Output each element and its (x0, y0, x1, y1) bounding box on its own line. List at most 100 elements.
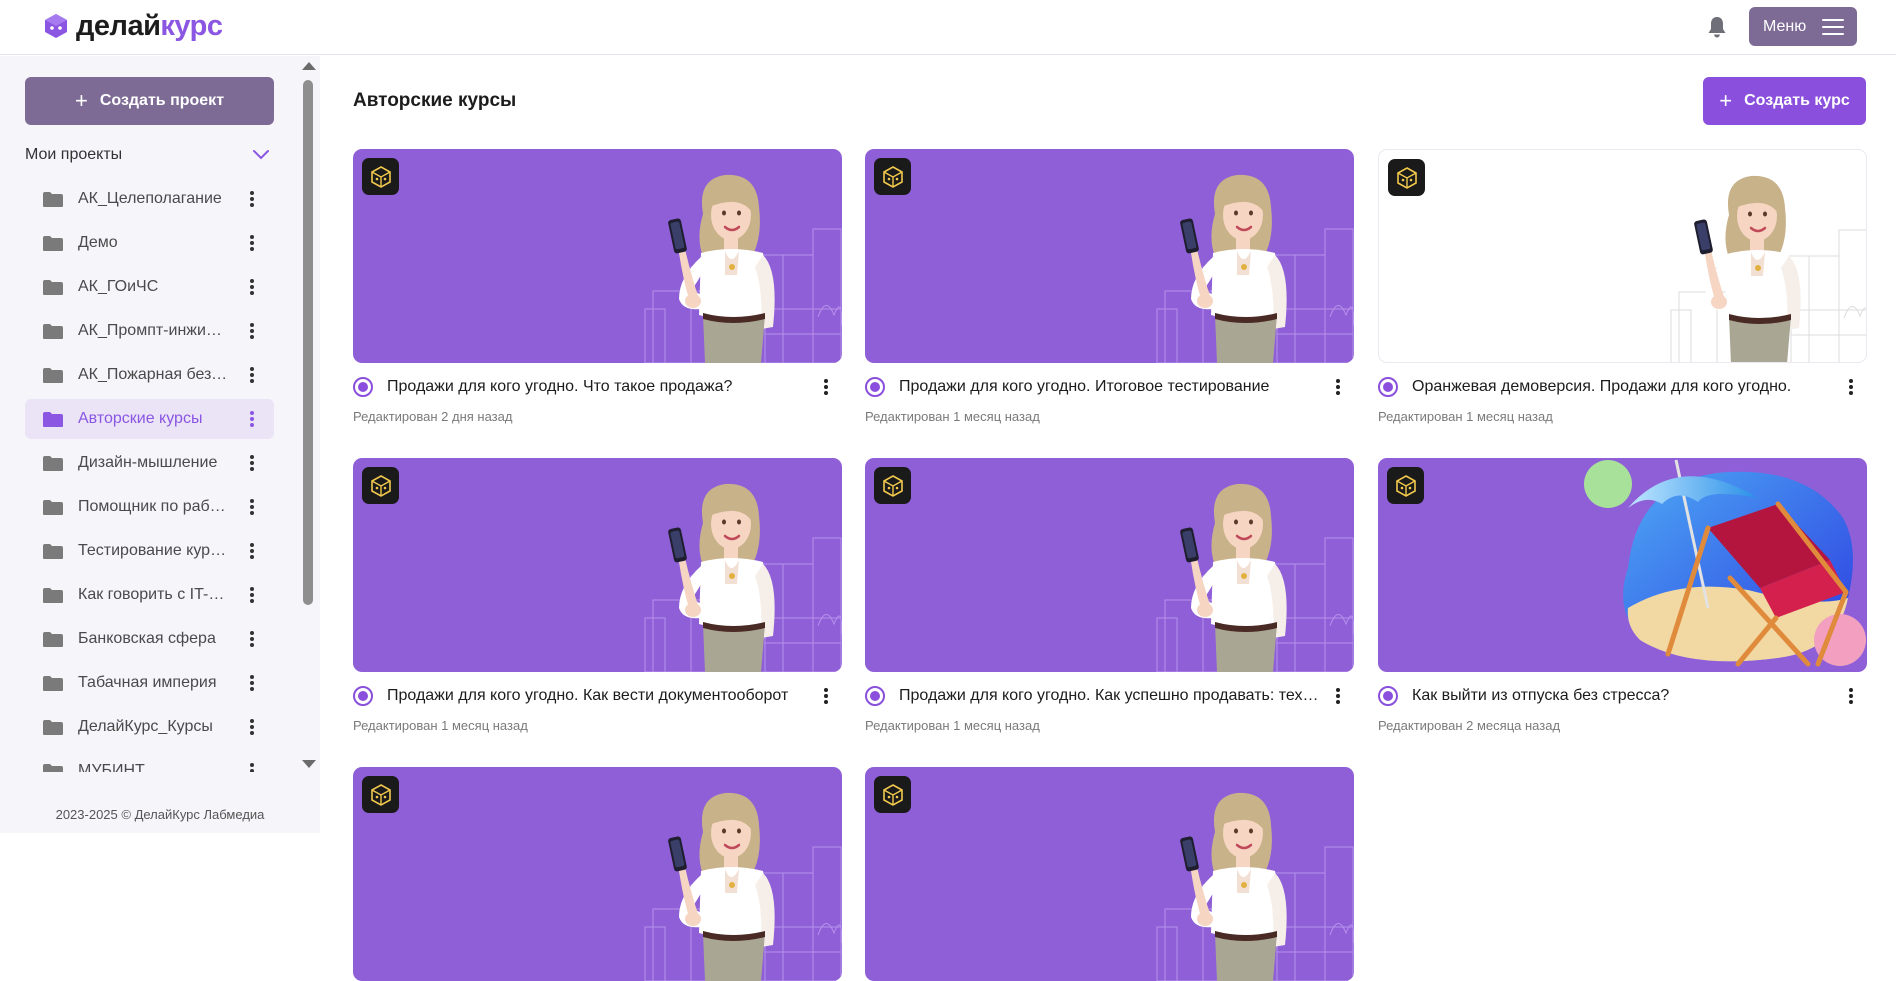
course-illustration (1156, 483, 1354, 672)
course-status-icon (353, 377, 373, 397)
course-illustration (1670, 175, 1866, 362)
logo-text: делайкурс (76, 10, 223, 42)
more-options-icon[interactable] (250, 455, 254, 471)
sidebar-project-item[interactable]: ДелайКурс_Курсы (25, 707, 274, 747)
more-options-icon[interactable] (250, 675, 254, 691)
course-type-cube-icon (882, 474, 903, 497)
project-list: АК_Целеполагание Демо АК_ГОиЧС АК_Промпт-ин… (25, 179, 274, 772)
course-type-badge (874, 158, 911, 195)
sidebar-project-item[interactable]: Как говорить с IT-специалистами (25, 575, 274, 615)
course-title[interactable]: Как выйти из отпуска без стресса? (1412, 687, 1832, 705)
more-options-icon[interactable] (250, 191, 254, 207)
logo[interactable]: делайкурс (42, 11, 223, 41)
sidebar-project-item[interactable]: Дизайн-мышление (25, 443, 274, 483)
folder-icon (43, 411, 63, 427)
course-title[interactable]: Продажи для кого угодно. Что такое прода… (387, 378, 807, 396)
sidebar-project-item[interactable]: АК_Пожарная безопасность (25, 355, 274, 395)
course-card[interactable]: Оранжевая демоверсия. Продажи для кого у… (1378, 149, 1867, 424)
sidebar-project-label: Демо (78, 234, 118, 251)
course-type-cube-icon (882, 783, 903, 806)
more-options-icon[interactable] (250, 411, 254, 427)
course-card[interactable]: Продажи для кого угодно. Как успешно про… (865, 458, 1354, 733)
course-title[interactable]: Продажи для кого угодно. Как вести докум… (387, 687, 807, 705)
course-more-options-icon[interactable] (1336, 379, 1340, 395)
folder-icon (43, 675, 63, 691)
more-options-icon[interactable] (250, 367, 254, 383)
course-type-badge (874, 776, 911, 813)
create-project-label: Создать проект (99, 92, 225, 109)
course-edited-time: Редактирован 1 месяц назад (865, 718, 1040, 733)
sidebar-project-item[interactable]: Табачная империя (25, 663, 274, 703)
course-title[interactable]: Оранжевая демоверсия. Продажи для кого у… (1412, 378, 1832, 396)
sidebar-project-item[interactable]: Банковская сфера (25, 619, 274, 659)
more-options-icon[interactable] (250, 499, 254, 515)
course-more-options-icon[interactable] (824, 688, 828, 704)
course-thumbnail[interactable] (1378, 458, 1867, 672)
course-thumbnail[interactable] (353, 149, 842, 363)
more-options-icon[interactable] (250, 631, 254, 647)
course-more-options-icon[interactable] (1336, 688, 1340, 704)
sidebar-project-item[interactable]: Тестирование курсов (25, 531, 274, 571)
course-more-options-icon[interactable] (1849, 379, 1853, 395)
course-type-cube-icon (370, 783, 391, 806)
sidebar-project-label: АК_Промпт-инжиниринг (78, 322, 228, 339)
sidebar-project-item[interactable]: МУБИНТ (25, 751, 274, 772)
folder-icon (43, 499, 63, 515)
course-type-cube-icon (882, 165, 903, 188)
course-more-options-icon[interactable] (1849, 688, 1853, 704)
sidebar-project-item[interactable]: АК_ГОиЧС (25, 267, 274, 307)
course-card[interactable] (353, 767, 842, 981)
sidebar-project-label: АК_Пожарная безопасность (78, 366, 228, 383)
course-thumbnail[interactable] (353, 767, 842, 981)
folder-icon (43, 763, 63, 772)
course-illustration (1156, 174, 1354, 363)
sidebar-project-label: Как говорить с IT-специалистами (78, 586, 228, 603)
more-options-icon[interactable] (250, 719, 254, 735)
course-title[interactable]: Продажи для кого угодно. Итоговое тестир… (899, 378, 1319, 396)
menu-button[interactable]: Меню (1749, 7, 1857, 46)
course-thumbnail[interactable] (353, 458, 842, 672)
top-header: делайкурс Меню (0, 0, 1896, 55)
sidebar-project-item[interactable]: Авторские курсы (25, 399, 274, 439)
course-card[interactable]: Продажи для кого угодно. Что такое прода… (353, 149, 842, 424)
more-options-icon[interactable] (250, 587, 254, 603)
more-options-icon[interactable] (250, 279, 254, 295)
course-card[interactable]: Как выйти из отпуска без стресса? Редакт… (1378, 458, 1867, 733)
course-more-options-icon[interactable] (824, 379, 828, 395)
course-card[interactable]: Продажи для кого угодно. Итоговое тестир… (865, 149, 1354, 424)
folder-icon (43, 191, 63, 207)
more-options-icon[interactable] (250, 543, 254, 559)
sidebar-project-label: Банковская сфера (78, 630, 216, 647)
course-card[interactable] (865, 767, 1354, 981)
scroll-up-arrow-icon[interactable] (302, 62, 316, 70)
course-edited-time: Редактирован 2 месяца назад (1378, 718, 1561, 733)
folder-icon (43, 323, 63, 339)
sidebar-project-item[interactable]: АК_Целеполагание (25, 179, 274, 219)
notification-bell-icon[interactable] (1706, 15, 1728, 39)
menu-button-label: Меню (1763, 17, 1807, 35)
course-thumbnail[interactable] (865, 458, 1354, 672)
course-illustration (644, 174, 842, 363)
create-course-button[interactable]: + Создать курс (1703, 77, 1866, 125)
my-projects-toggle[interactable]: Мои проекты (25, 144, 270, 166)
scroll-down-arrow-icon[interactable] (302, 760, 316, 768)
more-options-icon[interactable] (250, 763, 254, 772)
course-thumbnail[interactable] (865, 149, 1354, 363)
folder-icon (43, 235, 63, 251)
sidebar-project-item[interactable]: АК_Промпт-инжиниринг (25, 311, 274, 351)
course-title[interactable]: Продажи для кого угодно. Как успешно про… (899, 687, 1319, 705)
course-thumbnail[interactable] (865, 767, 1354, 981)
course-type-badge (1388, 159, 1425, 196)
scrollbar-thumb[interactable] (303, 80, 313, 605)
course-card[interactable]: Продажи для кого угодно. Как вести докум… (353, 458, 842, 733)
sidebar-scrollbar[interactable] (300, 56, 316, 777)
sidebar-project-item[interactable]: Демо (25, 223, 274, 263)
course-thumbnail[interactable] (1378, 149, 1867, 363)
sidebar-project-item[interactable]: Помощник по работе (25, 487, 274, 527)
more-options-icon[interactable] (250, 235, 254, 251)
course-illustration (644, 792, 842, 981)
more-options-icon[interactable] (250, 323, 254, 339)
create-project-button[interactable]: + Создать проект (25, 77, 274, 125)
sidebar-project-label: Тестирование курсов (78, 542, 228, 559)
sidebar-project-label: МУБИНТ (78, 762, 145, 772)
